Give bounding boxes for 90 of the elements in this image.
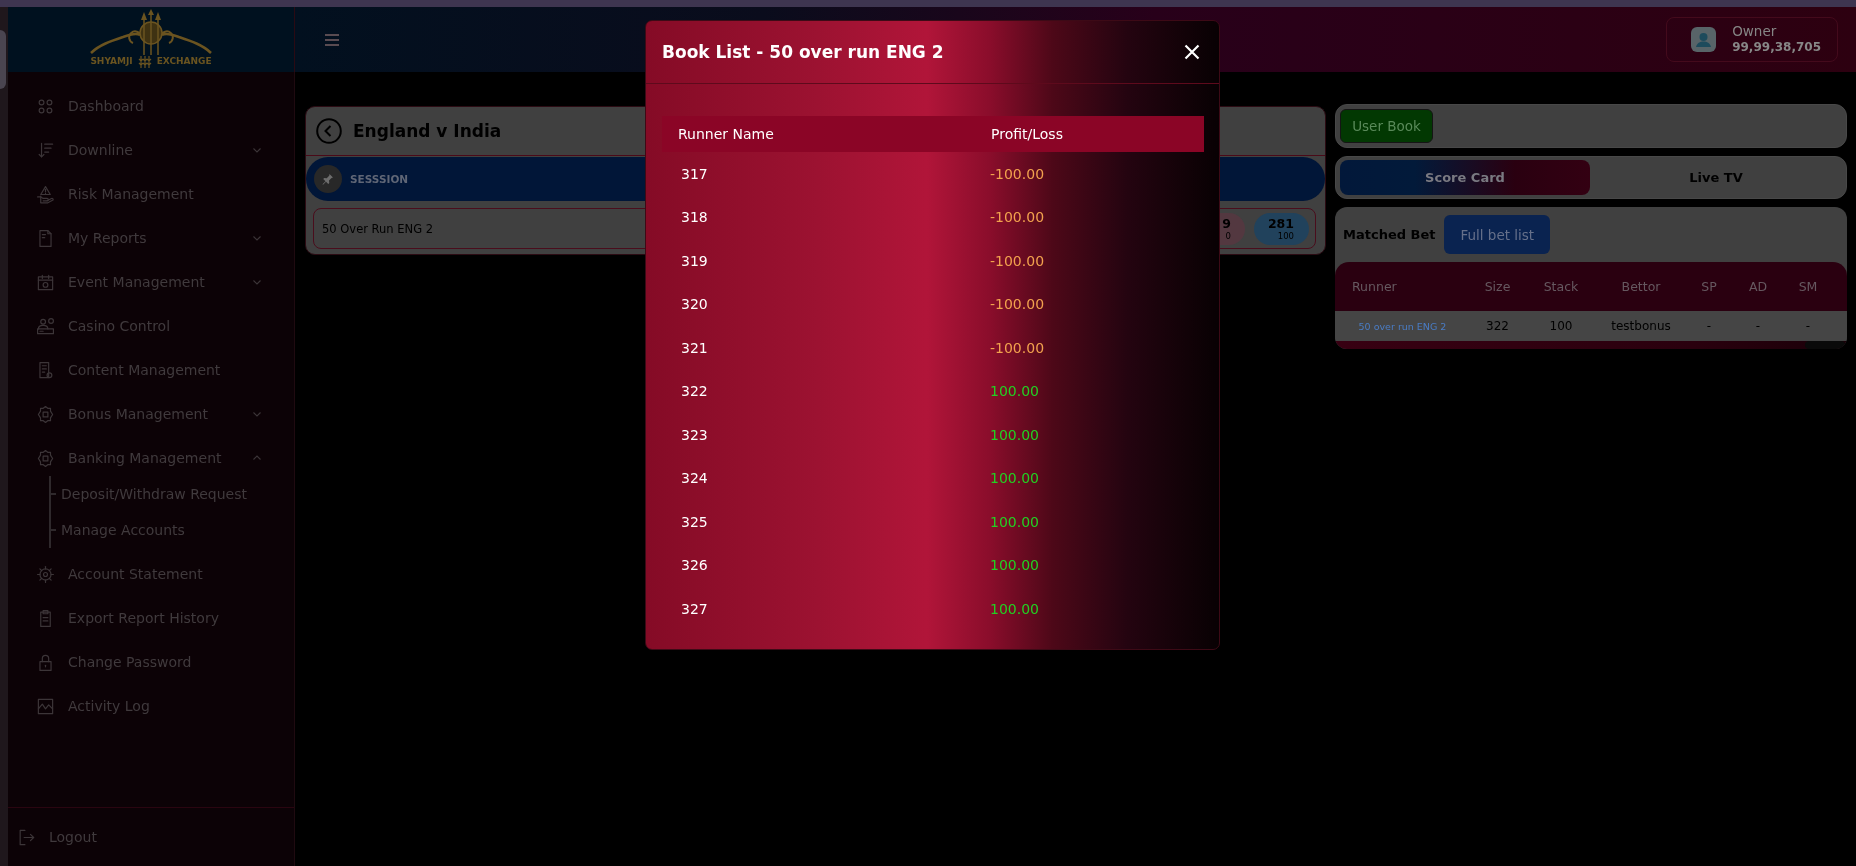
user-badge[interactable]: Owner 99,99,38,705 xyxy=(1666,17,1838,62)
table-cell: 321 xyxy=(681,339,708,356)
warning-hand-icon xyxy=(36,184,55,204)
logout-icon xyxy=(17,827,36,847)
price-button[interactable]: 9 0 xyxy=(1218,212,1245,245)
sidebar-item[interactable]: Bonus Management xyxy=(8,392,294,436)
dealer-icon xyxy=(36,316,55,336)
logo-text: SHYAMJI xyxy=(90,55,133,68)
gear-icon xyxy=(36,564,55,584)
table-cell: 100.00 xyxy=(990,557,1039,574)
market-name: 50 Over Run ENG 2 xyxy=(322,221,434,236)
table-cell: 100.00 xyxy=(990,470,1039,487)
user-balance: 99,99,38,705 xyxy=(1732,39,1821,56)
table-cell: 322 xyxy=(681,383,708,400)
back-button[interactable] xyxy=(316,118,342,144)
table-cell: 317 xyxy=(681,165,708,182)
column-header: Bettor xyxy=(1621,279,1661,294)
event-title: England v India xyxy=(353,121,502,141)
table-cell: - xyxy=(1755,319,1761,333)
sidebar-item[interactable]: Export Report History xyxy=(8,596,294,640)
table-cell: 324 xyxy=(681,470,708,487)
user-role: Owner xyxy=(1732,23,1778,39)
table-cell: -100.00 xyxy=(990,339,1045,356)
edge-handle[interactable] xyxy=(0,30,6,89)
table-cell: testbonus xyxy=(1611,319,1671,333)
user-book-button[interactable]: User Book xyxy=(1340,109,1433,143)
table-cell: 322 xyxy=(1486,319,1509,333)
table-cell: -100.00 xyxy=(990,252,1045,269)
column-header: AD xyxy=(1748,279,1768,294)
table-cell: 325 xyxy=(681,513,708,530)
table-cell: 100.00 xyxy=(990,426,1039,443)
logout-button[interactable]: Logout xyxy=(17,827,97,847)
sort-down-icon xyxy=(36,140,55,160)
lock-icon xyxy=(36,652,55,672)
close-button[interactable] xyxy=(1184,44,1200,60)
column-header: Stack xyxy=(1543,279,1579,294)
table-cell: 327 xyxy=(681,600,708,617)
sidebar-item[interactable]: Risk Management xyxy=(8,172,294,216)
scrollbar-thumb[interactable] xyxy=(1805,341,1845,349)
sidebar-item[interactable]: My Reports xyxy=(8,216,294,260)
full-bet-list-button[interactable]: Full bet list xyxy=(1444,215,1551,254)
dialog-title: Book List - 50 over run ENG 2 xyxy=(662,42,944,62)
runner-link[interactable]: 50 over run ENG 2 xyxy=(1358,320,1447,332)
menu-button[interactable] xyxy=(324,32,340,47)
close-icon xyxy=(1184,44,1200,60)
document-icon xyxy=(36,228,55,248)
sidebar-item[interactable]: Account Statement xyxy=(8,552,294,596)
tab[interactable]: Score Card xyxy=(1340,160,1590,195)
column-header: Runner Name xyxy=(677,126,774,142)
column-header: Profit/Loss xyxy=(990,126,1063,142)
table-cell: 320 xyxy=(681,296,708,313)
table-cell: 100.00 xyxy=(990,383,1039,400)
column-header: SM xyxy=(1798,279,1818,294)
table-cell: - xyxy=(1706,319,1712,333)
table-cell: 323 xyxy=(681,426,708,443)
sidebar-item[interactable]: Change Password xyxy=(8,640,294,684)
calendar-icon xyxy=(36,272,55,292)
table-cell: - xyxy=(1805,319,1811,333)
menu-icon xyxy=(324,32,340,47)
badge-icon xyxy=(36,448,55,468)
logo-text: EXCHANGE xyxy=(156,55,212,68)
submenu-item[interactable]: Manage Accounts xyxy=(51,512,185,548)
column-header: Runner xyxy=(1351,279,1397,294)
tab[interactable]: Live TV xyxy=(1590,160,1842,195)
column-header: Size xyxy=(1484,279,1511,294)
table-cell: 100 xyxy=(1549,319,1573,333)
table-cell: 100.00 xyxy=(990,600,1039,617)
document-gear-icon xyxy=(36,360,55,380)
table-cell: -100.00 xyxy=(990,165,1045,182)
sidebar-item[interactable]: Dashboard xyxy=(8,84,294,128)
table-cell: -100.00 xyxy=(990,296,1045,313)
panel-title: Matched Bet xyxy=(1343,227,1436,242)
sidebar-item[interactable]: Casino Control xyxy=(8,304,294,348)
table-cell: -100.00 xyxy=(990,209,1045,226)
price-button[interactable]: 281 100 xyxy=(1254,212,1309,245)
pin-icon xyxy=(314,165,342,193)
badge-icon xyxy=(36,404,55,424)
chart-icon xyxy=(36,696,55,716)
table-cell: 318 xyxy=(681,209,708,226)
avatar-icon xyxy=(1691,27,1717,52)
sidebar-item[interactable]: Activity Log xyxy=(8,684,294,728)
table-cell: 100.00 xyxy=(990,513,1039,530)
sidebar-item[interactable]: Event Management xyxy=(8,260,294,304)
table-cell: 326 xyxy=(681,557,708,574)
section-label: SESSSION xyxy=(350,173,409,185)
column-header: SP xyxy=(1701,279,1717,294)
back-icon xyxy=(316,118,342,144)
sidebar-item[interactable]: Downline xyxy=(8,128,294,172)
table-cell: 319 xyxy=(681,252,708,269)
sidebar-item[interactable]: Content Management xyxy=(8,348,294,392)
